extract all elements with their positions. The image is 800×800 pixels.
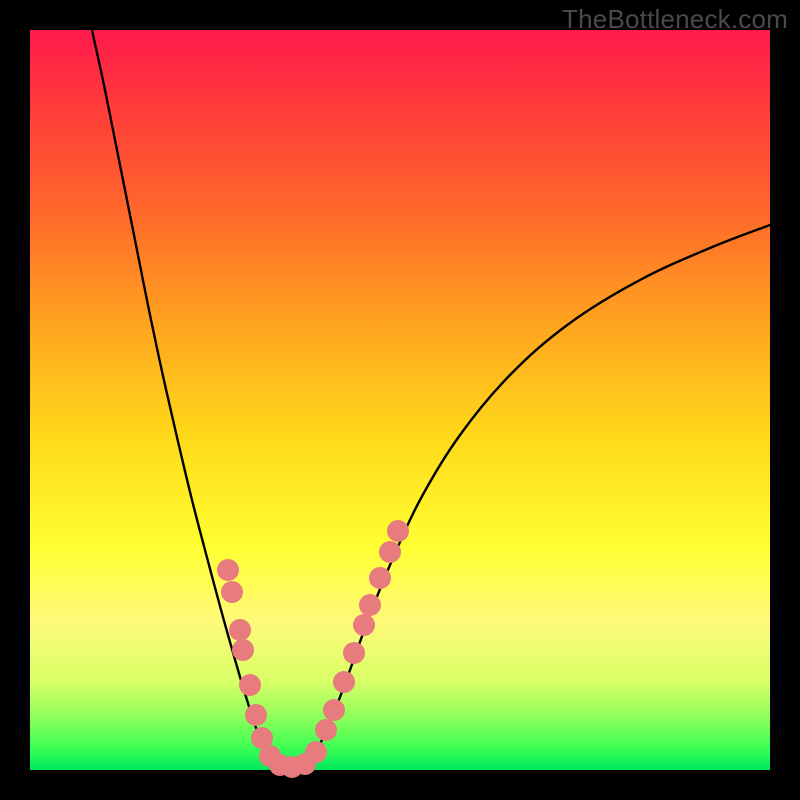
bead	[359, 594, 381, 616]
bead	[333, 671, 355, 693]
bead	[221, 581, 243, 603]
chart-frame: TheBottleneck.com	[0, 0, 800, 800]
bead	[315, 719, 337, 741]
bead	[323, 699, 345, 721]
bead	[305, 741, 327, 763]
curve-beads	[217, 520, 409, 778]
bead	[245, 704, 267, 726]
curve-svg	[30, 30, 770, 770]
bead	[232, 639, 254, 661]
plot-area	[30, 30, 770, 770]
bottleneck-curve	[92, 30, 770, 768]
bead	[239, 674, 261, 696]
bead	[343, 642, 365, 664]
bead	[217, 559, 239, 581]
bead	[379, 541, 401, 563]
bead	[387, 520, 409, 542]
bead	[369, 567, 391, 589]
bead	[353, 614, 375, 636]
bead	[229, 619, 251, 641]
